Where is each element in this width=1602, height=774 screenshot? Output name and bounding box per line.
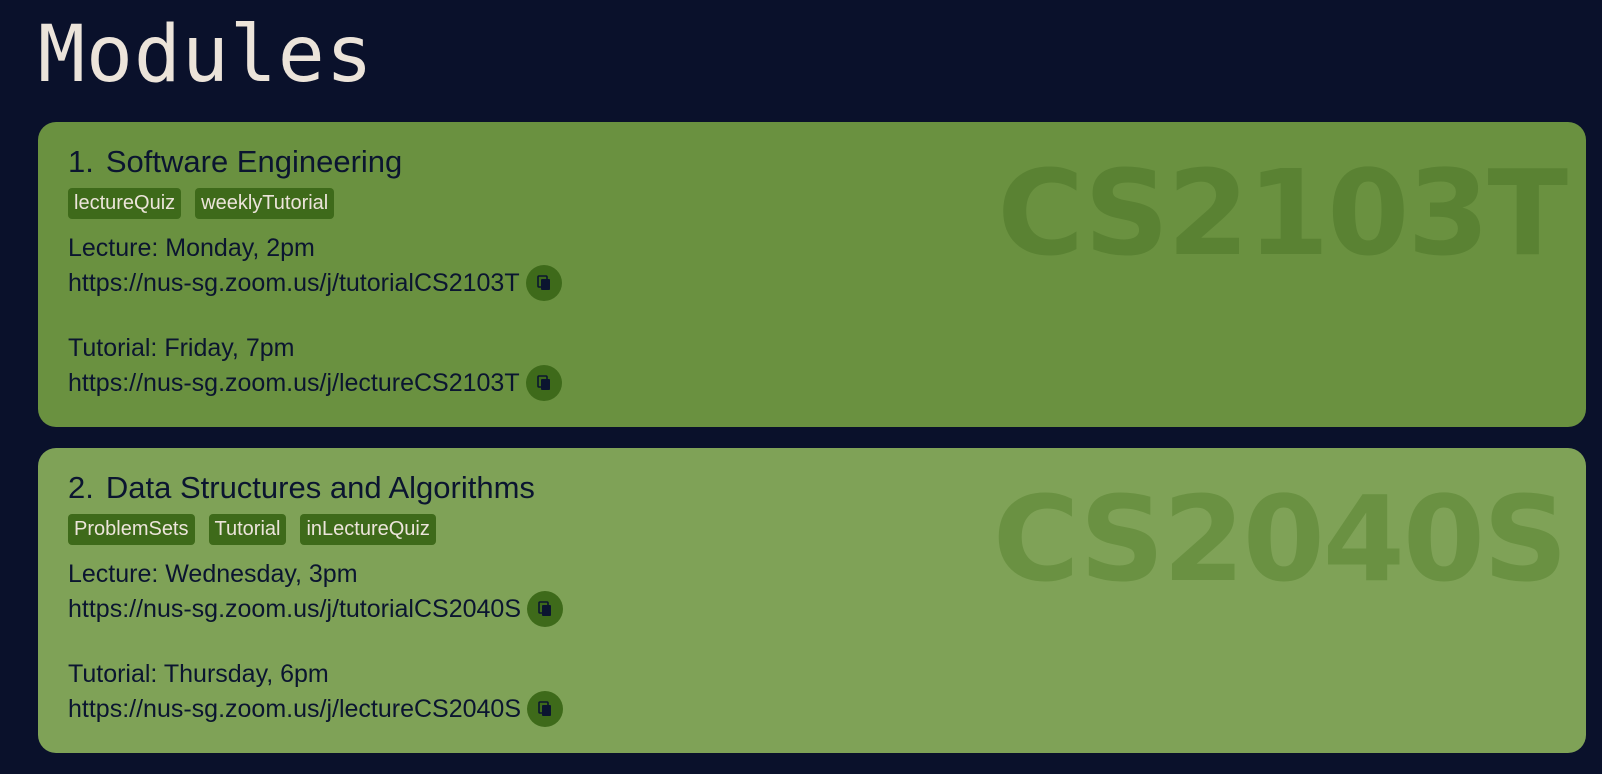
copy-lecture-link-button[interactable] <box>527 591 564 627</box>
lecture-session: Lecture: Monday, 2pm https://nus-sg.zoom… <box>68 231 1556 301</box>
lecture-time: Lecture: Wednesday, 3pm <box>68 560 358 588</box>
tutorial-time: Tutorial: Friday, 7pm <box>68 334 295 362</box>
module-name: Software Engineering <box>105 144 403 179</box>
tag: inLectureQuiz <box>300 514 436 545</box>
lecture-time: Lecture: Monday, 2pm <box>68 234 315 262</box>
lecture-link-row: https://nus-sg.zoom.us/j/tutorialCS2040S <box>68 591 1556 627</box>
module-card[interactable]: CS2103T 1. Software Engineering lectureQu… <box>38 122 1586 427</box>
lecture-link[interactable]: https://nus-sg.zoom.us/j/tutorialCS2103T <box>68 266 520 300</box>
tag: Tutorial <box>208 514 287 545</box>
tag: lectureQuiz <box>68 188 182 219</box>
tag: ProblemSets <box>68 514 195 545</box>
module-name: Data Structures and Algorithms <box>105 470 535 505</box>
module-index: 1. <box>68 144 94 179</box>
module-card[interactable]: CS2040S 2. Data Structures and Algorithms… <box>38 448 1586 753</box>
lecture-link[interactable]: https://nus-sg.zoom.us/j/tutorialCS2040S <box>68 592 521 626</box>
copy-icon <box>538 701 552 716</box>
tutorial-link[interactable]: https://nus-sg.zoom.us/j/lectureCS2103T <box>68 366 520 400</box>
tutorial-session: Tutorial: Friday, 7pm https://nus-sg.zoo… <box>68 331 1556 401</box>
module-title: 1. Software Engineering <box>68 143 1556 181</box>
lecture-session: Lecture: Wednesday, 3pm https://nus-sg.z… <box>68 557 1556 627</box>
module-title: 2. Data Structures and Algorithms <box>68 469 1556 507</box>
module-index: 2. <box>68 470 94 505</box>
modules-page: Modules CS2103T 1. Software Engineering l… <box>0 0 1602 768</box>
copy-tutorial-link-button[interactable] <box>525 365 562 401</box>
copy-tutorial-link-button[interactable] <box>527 691 564 727</box>
copy-icon <box>536 375 550 390</box>
tutorial-time: Tutorial: Thursday, 6pm <box>68 660 329 688</box>
tag-list: ProblemSets Tutorial inLectureQuiz <box>68 514 1556 545</box>
tag-list: lectureQuiz weeklyTutorial <box>68 188 1556 219</box>
module-list: CS2103T 1. Software Engineering lectureQu… <box>38 122 1586 774</box>
copy-icon <box>538 601 552 616</box>
tutorial-link-row: https://nus-sg.zoom.us/j/lectureCS2040S <box>68 691 1556 727</box>
tutorial-link-row: https://nus-sg.zoom.us/j/lectureCS2103T <box>68 365 1556 401</box>
copy-lecture-link-button[interactable] <box>525 265 562 301</box>
copy-icon <box>536 275 550 290</box>
page-title: Modules <box>38 10 374 100</box>
tag: weeklyTutorial <box>195 188 335 219</box>
lecture-link-row: https://nus-sg.zoom.us/j/tutorialCS2103T <box>68 265 1556 301</box>
tutorial-link[interactable]: https://nus-sg.zoom.us/j/lectureCS2040S <box>68 692 521 726</box>
tutorial-session: Tutorial: Thursday, 6pm https://nus-sg.z… <box>68 657 1556 727</box>
